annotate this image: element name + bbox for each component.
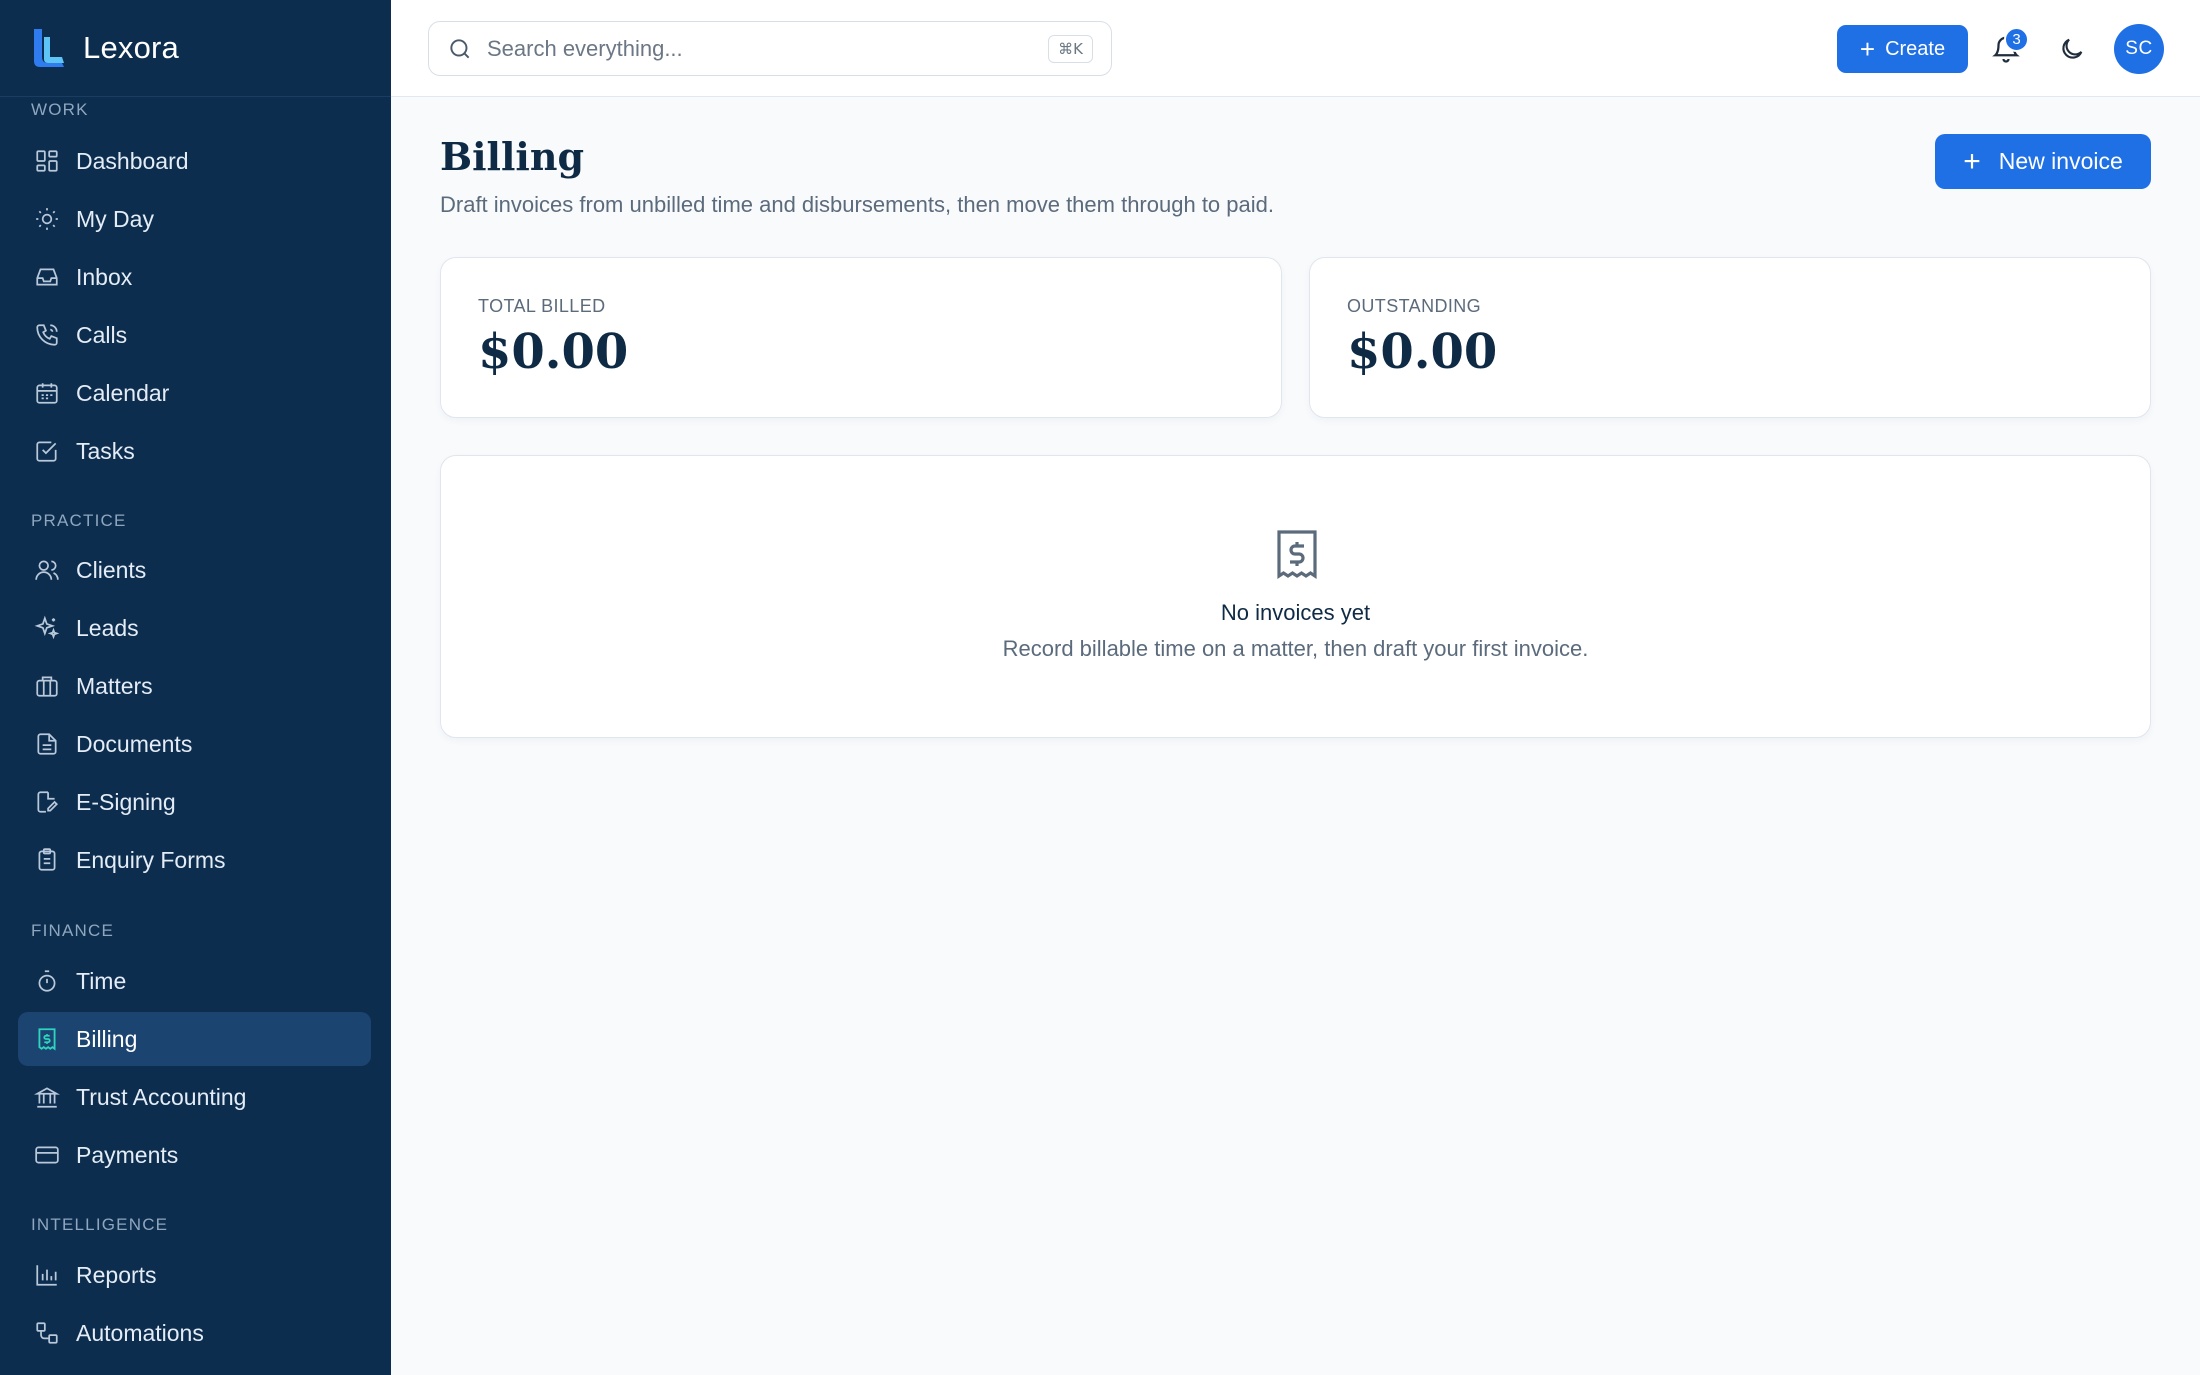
new-invoice-button[interactable]: + New invoice [1935,134,2151,189]
page-subtitle: Draft invoices from unbilled time and di… [440,192,1274,217]
clipboard-icon [34,847,60,873]
sidebar-item-label: Calls [76,321,128,348]
bank-icon [34,1084,60,1110]
sidebar-item-label: My Day [76,205,154,232]
plus-icon: + [1963,144,1981,178]
section-label-finance: FINANCE [31,921,115,940]
sparkles-icon [34,615,60,641]
new-invoice-label: New invoice [1998,148,2123,174]
sidebar-item-label: Billing [76,1025,138,1052]
sidebar: Lexora WORK Dashboard My Day Inbox Calls… [0,0,391,1375]
phone-icon [34,322,60,348]
stat-card-outstanding: OUTSTANDING $0.00 [1309,257,2151,418]
sidebar-item-my-day[interactable]: My Day [18,192,371,246]
sidebar-item-automations[interactable]: Automations [18,1306,371,1360]
sidebar-item-label: Automations [76,1319,204,1346]
sidebar-item-tasks[interactable]: Tasks [18,424,371,478]
sidebar-item-label: Clients [76,556,147,583]
section-label-practice: PRACTICE [31,511,127,530]
stat-label: TOTAL BILLED [478,296,606,316]
plus-icon: + [1859,34,1876,64]
sidebar-item-label: Payments [76,1141,179,1168]
inbox-icon [34,264,60,290]
create-button-label: Create [1885,37,1946,60]
sidebar-item-clients[interactable]: Clients [18,543,371,597]
section-label-intelligence: INTELLIGENCE [31,1215,169,1234]
signature-icon [34,789,60,815]
checkbox-icon [34,438,60,464]
search-icon [450,38,470,58]
sidebar-item-label: Enquiry Forms [76,846,226,873]
create-button[interactable]: + Create [1837,25,1968,73]
sidebar-item-enquiry-forms[interactable]: Enquiry Forms [18,833,371,887]
receipt-icon [34,1026,60,1052]
moon-icon[interactable] [2058,35,2086,63]
sidebar-item-label: Calendar [76,379,170,406]
sidebar-item-time[interactable]: Time [18,954,371,1008]
sidebar-item-label: Inbox [76,263,133,290]
receipt-icon [1277,530,1317,579]
empty-state-card: No invoices yet Record billable time on … [440,455,2151,738]
avatar[interactable]: SC [2114,24,2164,74]
bar-chart-icon [34,1262,60,1288]
workflow-icon [34,1320,60,1346]
search-box[interactable]: ⌘K [428,21,1112,76]
search-shortcut: ⌘K [1048,35,1093,63]
app-name: Lexora [83,30,179,65]
sidebar-item-dashboard[interactable]: Dashboard [18,134,371,188]
document-icon [34,731,60,757]
stat-label: OUTSTANDING [1347,296,1482,316]
calendar-icon [34,380,60,406]
topbar: ⌘K + Create 3 SC [391,0,2200,97]
sidebar-item-leads[interactable]: Leads [18,601,371,655]
sidebar-item-label: Leads [76,614,139,641]
notification-badge: 3 [2004,27,2029,52]
section-label-work: WORK [31,100,89,119]
sidebar-item-billing[interactable]: Billing [18,1012,371,1066]
stat-value: $0.00 [1347,324,1498,380]
sidebar-item-label: Reports [76,1261,157,1288]
page-title: Billing [440,134,585,179]
sidebar-item-inbox[interactable]: Inbox [18,250,371,304]
sun-icon [34,206,60,232]
sidebar-item-label: Time [76,967,127,994]
users-icon [34,557,60,583]
sidebar-item-matters[interactable]: Matters [18,659,371,713]
sidebar-item-payments[interactable]: Payments [18,1128,371,1182]
sidebar-item-reports[interactable]: Reports [18,1248,371,1302]
sidebar-item-e-signing[interactable]: E-Signing [18,775,371,829]
brand[interactable]: Lexora [0,0,391,97]
sidebar-item-label: Matters [76,672,153,699]
empty-state-text: Record billable time on a matter, then d… [1002,636,1589,661]
sidebar-item-label: Documents [76,730,193,757]
sidebar-item-label: Dashboard [76,147,189,174]
sidebar-item-label: E-Signing [76,788,176,815]
stat-card-total-billed: TOTAL BILLED $0.00 [440,257,1282,418]
sidebar-item-documents[interactable]: Documents [18,717,371,771]
credit-card-icon [34,1142,60,1168]
briefcase-icon [34,673,60,699]
lexora-logo-icon [30,27,66,69]
sidebar-item-calls[interactable]: Calls [18,308,371,362]
search-input[interactable] [487,35,1027,62]
sidebar-item-trust-accounting[interactable]: Trust Accounting [18,1070,371,1124]
sidebar-item-label: Trust Accounting [76,1083,247,1110]
stat-value: $0.00 [478,324,629,380]
stopwatch-icon [34,968,60,994]
sidebar-item-label: Tasks [76,437,135,464]
sidebar-item-calendar[interactable]: Calendar [18,366,371,420]
dashboard-icon [34,148,60,174]
empty-state-title: No invoices yet [1220,600,1371,625]
